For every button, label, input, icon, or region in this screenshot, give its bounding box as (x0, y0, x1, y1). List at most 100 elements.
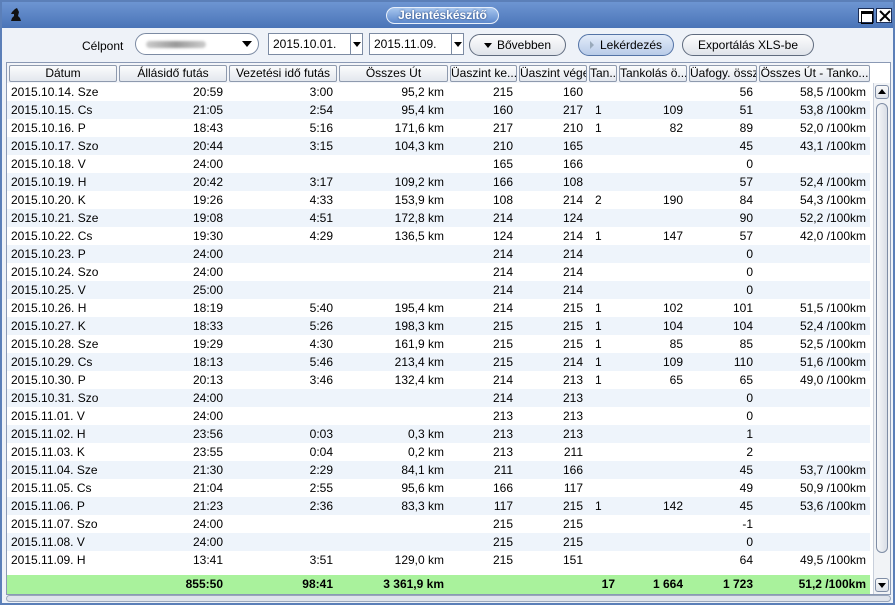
maximize-button[interactable] (858, 8, 874, 24)
cell-total-distance: 0,2 km (407, 445, 444, 459)
cell-date: 2015.11.04. Sze (11, 463, 98, 477)
cell-date: 2015.10.30. P (11, 373, 86, 387)
table-body[interactable]: 2015.10.14. Sze 20:59 3:00 95,2 km 215 160 56 5… (7, 83, 870, 573)
column-header-driving-time[interactable]: Vezetési idő futás (229, 65, 337, 82)
table-row[interactable]: 2015.10.14. Sze 20:59 3:00 95,2 km 215 160 56 5… (7, 83, 870, 101)
cell-refuel-count (595, 137, 615, 155)
celpont-select[interactable] (135, 33, 259, 55)
table-row[interactable]: 2015.10.31. Szo 24:00 214 213 0 (7, 389, 870, 407)
cell-total-distance (341, 281, 444, 299)
cell-idle-time: 18:19 (192, 301, 223, 315)
table-row[interactable]: 2015.10.22. Cs 19:30 4:29 136,5 km 124 214 1 14… (7, 227, 870, 245)
cell-date: 2015.10.20. K (11, 193, 86, 207)
table-row[interactable]: 2015.10.18. V 24:00 165 166 0 (7, 155, 870, 173)
vertical-scrollbar[interactable] (873, 83, 890, 594)
cell-fuel-consumed: 51 (739, 103, 753, 117)
table-row[interactable]: 2015.10.16. P 18:43 5:16 171,6 km 217 210 1 82 8… (7, 119, 870, 137)
column-header-refuel-amount[interactable]: Tankolás ö... (619, 65, 687, 82)
table-row[interactable]: 2015.11.08. V 24:00 215 215 0 (7, 533, 870, 551)
cell-refuel-amount: 190 (662, 193, 683, 207)
title-bar[interactable]: Jelentéskészítő (2, 2, 893, 28)
cell-refuel-amount (621, 209, 683, 227)
export-xls-button[interactable]: Exportálás XLS-be (682, 34, 814, 56)
cell-fuel-consumed: 0 (746, 391, 753, 405)
query-button[interactable]: Lekérdezés (578, 34, 674, 56)
date-to-dropdown[interactable] (451, 33, 464, 55)
cell-total-distance: 195,4 km (394, 301, 444, 315)
horizontal-scrollbar[interactable] (6, 595, 891, 602)
table-row[interactable]: 2015.10.29. Cs 18:13 5:46 213,4 km 215 214 1 10… (7, 353, 870, 371)
cell-refuel-count (595, 515, 615, 533)
cell-fuel-consumed: 57 (739, 229, 753, 243)
table-row[interactable]: 2015.11.06. P 21:23 2:36 83,3 km 117 215 1 142 4… (7, 497, 870, 515)
cell-fuel-consumed: 104 (732, 319, 753, 333)
cell-consumption-per-100km (761, 407, 866, 425)
cell-fuel-consumed: 45 (739, 463, 753, 477)
date-from-dropdown[interactable] (350, 33, 363, 55)
date-from-field[interactable]: 2015.10.01. (268, 33, 352, 55)
cell-refuel-count (595, 263, 615, 281)
column-header-fuel-level-start[interactable]: Üaszint ke... (450, 65, 517, 82)
celpont-value-redacted (146, 41, 206, 48)
cell-fuel-level-start: 217 (492, 121, 513, 135)
cell-total-distance (341, 515, 444, 533)
cell-fuel-consumed: 85 (739, 337, 753, 351)
cell-idle-time: 21:04 (192, 481, 223, 495)
scroll-down-icon[interactable] (875, 578, 889, 592)
table-row[interactable]: 2015.11.07. Szo 24:00 215 215 -1 (7, 515, 870, 533)
cell-refuel-amount: 65 (669, 373, 683, 387)
cell-fuel-consumed: 89 (739, 121, 753, 135)
table-row[interactable]: 2015.11.02. H 23:56 0:03 0,3 km 213 213 1 (7, 425, 870, 443)
close-button[interactable] (876, 8, 892, 23)
export-button-label: Exportálás XLS-be (697, 38, 799, 52)
cell-refuel-count (595, 245, 615, 263)
cell-fuel-level-start: 215 (492, 319, 513, 333)
cell-idle-time: 25:00 (192, 283, 223, 297)
table-row[interactable]: 2015.10.20. K 19:26 4:33 153,9 km 108 214 2 190… (7, 191, 870, 209)
column-header-refuel-count[interactable]: Tan... (589, 65, 617, 82)
cell-fuel-level-end: 160 (562, 85, 583, 99)
table-row[interactable]: 2015.10.30. P 20:13 3:46 132,4 km 214 213 1 65 6… (7, 371, 870, 389)
cell-fuel-consumed: 0 (746, 535, 753, 549)
cell-date: 2015.10.29. Cs (11, 355, 93, 369)
table-row[interactable]: 2015.10.26. H 18:19 5:40 195,4 km 214 215 1 102… (7, 299, 870, 317)
table-row[interactable]: 2015.10.21. Sze 19:08 4:51 172,8 km 214 124 90… (7, 209, 870, 227)
chevron-down-icon[interactable] (239, 36, 255, 52)
table-row[interactable]: 2015.11.01. V 24:00 213 213 0 (7, 407, 870, 425)
column-header-date[interactable]: Dátum (9, 65, 117, 82)
cell-fuel-level-start: 165 (492, 157, 513, 171)
table-row[interactable]: 2015.10.19. H 20:42 3:17 109,2 km 166 108 57 52… (7, 173, 870, 191)
scroll-thumb[interactable] (876, 103, 888, 553)
cell-fuel-level-start: 210 (492, 139, 513, 153)
table-row[interactable]: 2015.10.23. P 24:00 214 214 0 (7, 245, 870, 263)
table-row[interactable]: 2015.10.25. V 25:00 214 214 0 (7, 281, 870, 299)
table-row[interactable]: 2015.11.04. Sze 21:30 2:29 84,1 km 211 166 45 5… (7, 461, 870, 479)
column-header-total-distance[interactable]: Összes Út (339, 65, 448, 82)
cell-idle-time: 19:30 (192, 229, 223, 243)
cell-driving-time: 3:17 (309, 175, 333, 189)
cell-idle-time: 21:23 (192, 499, 223, 513)
column-header-consumption-per-100km[interactable]: Összes Út - Tanko... (759, 65, 870, 82)
table-row[interactable]: 2015.11.09. H 13:41 3:51 129,0 km 215 151 64 49… (7, 551, 870, 569)
table-row[interactable]: 2015.10.17. Szo 20:44 3:15 104,3 km 210 165 45… (7, 137, 870, 155)
cell-refuel-count (595, 443, 615, 461)
table-row[interactable]: 2015.10.27. K 18:33 5:26 198,3 km 215 215 1 104… (7, 317, 870, 335)
column-header-fuel-consumed[interactable]: Üafogy. össz (689, 65, 757, 82)
table-row[interactable]: 2015.10.15. Cs 21:05 2:54 95,4 km 160 217 1 109… (7, 101, 870, 119)
date-to-field[interactable]: 2015.11.09. (369, 33, 453, 55)
column-header-fuel-level-end[interactable]: Üaszint vége (519, 65, 587, 82)
cell-date: 2015.11.08. V (11, 535, 85, 549)
more-button[interactable]: Bővebben (469, 34, 566, 56)
table-header: Dátum Állásidő futás Vezetési idő futás Öss… (7, 63, 870, 83)
table-row[interactable]: 2015.11.05. Cs 21:04 2:55 95,6 km 166 117 49 50… (7, 479, 870, 497)
scroll-up-icon[interactable] (875, 85, 889, 99)
column-header-idle-time[interactable]: Állásidő futás (119, 65, 227, 82)
table-row[interactable]: 2015.11.03. K 23:55 0:04 0,2 km 213 211 2 (7, 443, 870, 461)
cell-idle-time: 21:30 (192, 463, 223, 477)
cell-refuel-count: 2 (595, 193, 602, 207)
table-row[interactable]: 2015.10.24. Szo 24:00 214 214 0 (7, 263, 870, 281)
table-row[interactable]: 2015.10.28. Sze 19:29 4:30 161,9 km 215 215 1 8… (7, 335, 870, 353)
cell-date: 2015.10.28. Sze (11, 337, 99, 351)
cell-total-distance: 172,8 km (394, 211, 444, 225)
cell-driving-time: 0:04 (309, 445, 333, 459)
